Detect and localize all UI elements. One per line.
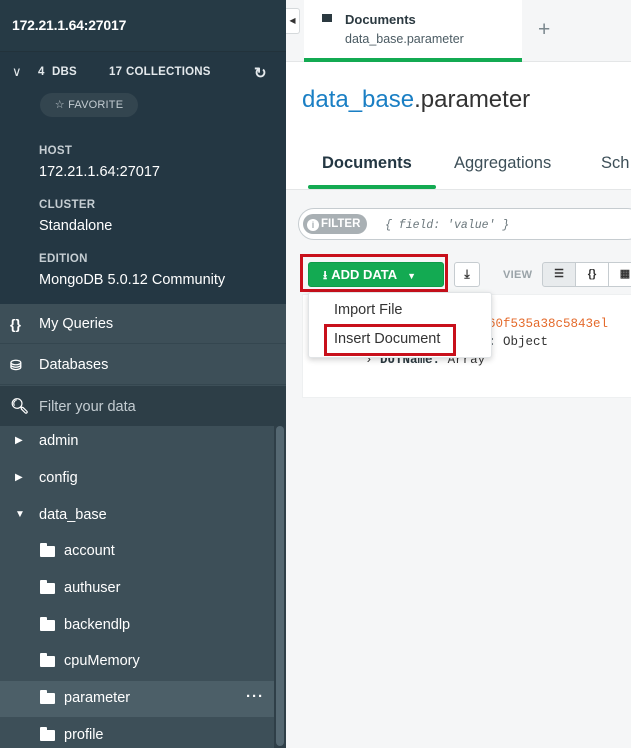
sidebar-db-label: admin <box>39 433 79 449</box>
edition-value: MongoDB 5.0.12 Community <box>39 272 226 288</box>
folder-icon <box>40 617 55 631</box>
sidebar-collection-label: profile <box>64 727 104 743</box>
export-icon: ⤓ <box>464 267 470 281</box>
tab-title: Documents <box>345 12 416 27</box>
cluster-value: Standalone <box>39 218 113 234</box>
refresh-icon[interactable]: ↻ <box>254 64 267 82</box>
db-count: 4 <box>38 66 45 78</box>
database-icon: ⛁ <box>10 357 22 373</box>
tab-documents-view[interactable]: Documents <box>322 154 412 173</box>
view-list-button[interactable]: ☰ <box>542 262 576 287</box>
collapse-sidebar-button[interactable]: ◀ <box>286 8 300 34</box>
caret-right-icon[interactable]: ▶ <box>15 472 23 483</box>
table-icon: ▦ <box>619 268 631 280</box>
sidebar-collection-label: authuser <box>64 580 121 596</box>
cluster-label: CLUSTER <box>39 199 96 211</box>
tab-bar: Documents data_base.parameter + <box>286 0 631 62</box>
download-icon: ⭳ <box>323 268 328 282</box>
folder-icon <box>40 727 55 741</box>
export-button[interactable]: ⤓ <box>454 262 480 287</box>
connection-title: 172.21.1.64:27017 <box>12 17 127 33</box>
tab-aggregations[interactable]: Aggregations <box>454 154 551 173</box>
connection-header[interactable]: 172.21.1.64:27017 <box>0 0 286 52</box>
filter-badge-label: FILTER <box>321 218 361 230</box>
tab-documents[interactable]: Documents data_base.parameter <box>304 0 522 62</box>
nav-my-queries[interactable]: {} My Queries <box>0 304 286 344</box>
edition-label: EDITION <box>39 253 88 265</box>
scrollbar-thumb[interactable] <box>276 426 284 746</box>
query-filter-input[interactable] <box>385 216 631 234</box>
namespace-db-link[interactable]: data_base <box>302 86 414 113</box>
sidebar-db-label: data_base <box>39 507 107 523</box>
collection-count-label: COLLECTIONS <box>126 66 211 78</box>
sidebar-collection-authuser[interactable]: authuser <box>0 571 274 607</box>
sidebar-db-admin[interactable]: ▶ admin <box>0 424 274 460</box>
sidebar-collection-backendlp[interactable]: backendlp <box>0 608 274 644</box>
menu-item-import-file[interactable]: Import File <box>334 302 403 318</box>
sidebar-collection-profile[interactable]: profile <box>0 718 274 748</box>
caret-down-icon[interactable]: ▼ <box>15 509 25 520</box>
add-data-dropdown: Import File Insert Document <box>308 292 492 358</box>
host-value: 172.21.1.64:27017 <box>39 164 160 180</box>
main-panel: Documents data_base.parameter + ◀ data_b… <box>286 0 631 748</box>
view-table-button[interactable]: ▦ <box>608 262 631 287</box>
star-icon: ☆ <box>54 99 65 111</box>
active-tab-indicator <box>308 185 436 189</box>
sidebar-collection-cpumemory[interactable]: cpuMemory <box>0 644 274 680</box>
namespace-collection: .parameter <box>414 86 531 113</box>
caret-right-icon[interactable]: ▶ <box>15 435 23 446</box>
field-type: Object <box>503 335 549 349</box>
nav-databases-label: Databases <box>39 357 109 373</box>
json-icon: {} <box>587 268 597 280</box>
curly-braces-icon: {} <box>10 316 21 332</box>
sidebar-scrollbar[interactable] <box>274 426 286 748</box>
add-data-label: ADD DATA <box>331 267 398 282</box>
host-label: HOST <box>39 145 73 157</box>
search-icon: 🔍︎ <box>10 398 30 415</box>
view-json-button[interactable]: {} <box>575 262 609 287</box>
more-options-icon[interactable]: ··· <box>246 688 264 705</box>
folder-icon <box>40 580 55 594</box>
tab-schema[interactable]: Sch <box>601 154 629 173</box>
info-icon: i <box>307 219 319 231</box>
folder-icon <box>40 653 55 667</box>
nav-databases[interactable]: ⛁ Databases <box>0 345 286 385</box>
caret-down-icon: ▼ <box>407 271 417 281</box>
sidebar-db-data-base[interactable]: ▼ data_base <box>0 498 274 534</box>
tab-subtitle: data_base.parameter <box>345 32 464 46</box>
chevron-down-icon[interactable]: ∨ <box>12 64 22 80</box>
sidebar-collection-account[interactable]: account <box>0 534 274 570</box>
new-tab-button[interactable]: + <box>538 18 550 42</box>
view-label: VIEW <box>503 269 533 281</box>
filter-badge: i FILTER <box>303 214 367 234</box>
add-data-button[interactable]: ⭳ ADD DATA ▼ <box>308 262 444 287</box>
folder-icon <box>40 543 55 557</box>
document-id-value: ('60f535a38c5843el <box>473 317 608 331</box>
favorite-button[interactable]: ☆ FAVORITE <box>40 93 138 117</box>
sidebar: 172.21.1.64:27017 ∨ 4 DBS 17 COLLECTIONS… <box>0 0 286 748</box>
sidebar-collection-label: account <box>64 543 115 559</box>
sidebar-filter: 🔍︎ <box>0 386 286 426</box>
favorite-label: FAVORITE <box>68 99 124 111</box>
objectid-value: ('60f535a38c5843el <box>473 317 609 331</box>
namespace-title: data_base.parameter <box>302 86 530 114</box>
sidebar-filter-input[interactable] <box>39 396 269 418</box>
sidebar-collection-label: parameter <box>64 690 131 706</box>
menu-item-insert-document[interactable]: Insert Document <box>334 331 440 347</box>
sidebar-collection-parameter[interactable]: parameter ··· <box>0 681 274 717</box>
folder-icon <box>40 690 55 704</box>
folder-icon <box>322 14 332 22</box>
nav-my-queries-label: My Queries <box>39 316 114 332</box>
documents-toolbar-area: iFILTER ⭳ADD DATA ▼ ⤓ VIEW ☰ {} ▦ ('60f53… <box>286 190 631 748</box>
collection-sub-tabs: Documents Aggregations Sch <box>286 136 631 190</box>
db-count-label: DBS <box>52 66 77 78</box>
collection-count: 17 <box>109 66 123 78</box>
query-filter-bar: i FILTER <box>298 208 631 240</box>
sidebar-db-config[interactable]: ▶ config <box>0 461 274 497</box>
sidebar-collection-label: backendlp <box>64 617 131 633</box>
list-icon: ☰ <box>554 268 564 280</box>
sidebar-collection-label: cpuMemory <box>64 653 140 669</box>
sidebar-db-label: config <box>39 470 78 486</box>
connection-info-panel: ∨ 4 DBS 17 COLLECTIONS ↻ ☆ FAVORITE HOST… <box>0 52 286 304</box>
